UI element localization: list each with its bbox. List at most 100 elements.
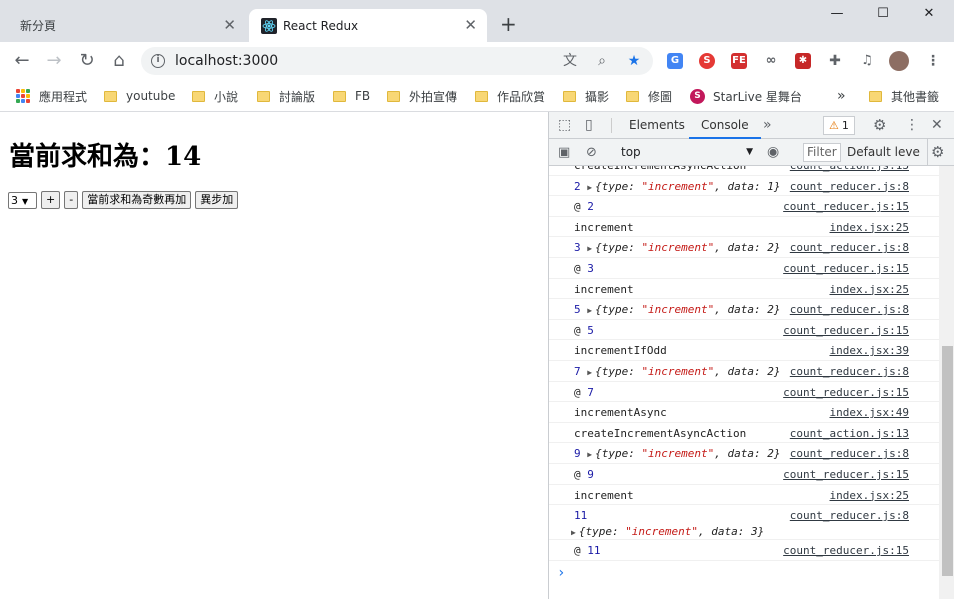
source-link[interactable]: count_reducer.js:15 [783, 544, 909, 557]
source-link[interactable]: index.jsx:25 [830, 283, 909, 296]
clear-console-icon[interactable]: ⊘ [586, 139, 597, 166]
source-link[interactable]: count_reducer.js:8 [790, 241, 909, 254]
filter-input[interactable]: Filter [803, 143, 841, 162]
source-link[interactable]: count_reducer.js:8 [790, 365, 909, 378]
log-number: 11 [574, 509, 588, 523]
fe-extension-icon[interactable]: FE [731, 53, 747, 69]
log-at-sign: @ [574, 544, 588, 558]
source-link[interactable]: count_reducer.js:8 [790, 509, 909, 522]
source-link[interactable]: count_reducer.js:15 [783, 324, 909, 337]
increment-button[interactable]: + [41, 191, 61, 209]
tab-react-redux[interactable]: React Redux ✕ [249, 9, 487, 42]
source-link[interactable]: count_reducer.js:15 [783, 386, 909, 399]
maximize-icon[interactable]: ☐ [860, 6, 906, 26]
expand-triangle-icon[interactable]: ▶ [587, 244, 592, 253]
close-tab-icon[interactable]: ✕ [223, 18, 236, 33]
bookmark-apps[interactable]: 應用程式 [16, 86, 87, 106]
sidebar-toggle-icon[interactable]: ▣ [558, 139, 570, 166]
tab-new-tab[interactable]: 新分頁 ✕ [8, 9, 246, 42]
bookmark-retouch[interactable]: 修圖 [626, 86, 672, 106]
chevron-down-icon: ▼ [22, 196, 29, 206]
reload-icon[interactable]: ↻ [76, 50, 98, 72]
avatar[interactable] [889, 51, 909, 71]
link-extension-icon[interactable]: ∞ [763, 53, 779, 69]
other-bookmarks[interactable]: 其他書籤 [869, 86, 939, 106]
settings-gear-icon[interactable]: ⚙ [873, 112, 886, 139]
forward-icon[interactable]: → [43, 50, 65, 72]
bookmark-works[interactable]: 作品欣賞 [475, 86, 545, 106]
console-settings-gear-icon[interactable]: ⚙ [931, 139, 944, 166]
expand-triangle-icon[interactable]: ▶ [587, 368, 592, 377]
bookmark-fb[interactable]: FB [333, 86, 370, 106]
address-bar[interactable]: i localhost:3000 文 ⌕ ★ [141, 47, 653, 75]
bookmark-forum[interactable]: 討論版 [257, 86, 315, 106]
console-scrollbar[interactable] [939, 166, 954, 599]
decrement-button[interactable]: - [64, 191, 79, 209]
source-link[interactable]: index.jsx:49 [830, 406, 909, 419]
source-link[interactable]: count_reducer.js:8 [790, 303, 909, 316]
bookmark-outdoor-shoot[interactable]: 外拍宣傳 [387, 86, 457, 106]
console-message: @ 11 [574, 544, 601, 557]
log-levels-select[interactable]: Default leve [847, 144, 920, 161]
info-icon[interactable]: i [151, 54, 165, 68]
log-number: 3 [574, 241, 581, 255]
scrollbar-thumb[interactable] [942, 346, 953, 576]
object-sep: , data: [714, 447, 768, 461]
source-link[interactable]: index.jsx:39 [830, 344, 909, 357]
s-extension-icon[interactable]: S [699, 53, 715, 69]
expand-triangle-icon[interactable]: ▶ [571, 528, 576, 537]
increment-async-button[interactable]: 異步加 [195, 191, 239, 209]
media-control-icon[interactable]: ♫ [859, 53, 875, 69]
source-link[interactable]: count_reducer.js:15 [783, 262, 909, 275]
device-toolbar-icon[interactable]: ▯ [585, 112, 593, 139]
folder-icon [104, 90, 117, 102]
console-prompt-icon[interactable]: › [557, 565, 565, 581]
expand-triangle-icon[interactable]: ▶ [587, 306, 592, 315]
console-message: 11 ▶ {type: "increment", data: 3} [571, 509, 764, 538]
warning-counter[interactable]: ⚠ 1 [823, 116, 855, 135]
new-tab-icon[interactable]: + [500, 14, 517, 34]
bookmark-starlive[interactable]: S StarLive 星舞台 [690, 86, 802, 106]
bookmark-photography[interactable]: 攝影 [563, 86, 609, 106]
source-link[interactable]: index.jsx:25 [830, 489, 909, 502]
translate-icon[interactable]: 文 [561, 52, 579, 70]
menu-kebab-icon[interactable]: ⋮ [925, 53, 941, 69]
bookmark-star-icon[interactable]: ★ [625, 52, 643, 70]
log-number: 9 [574, 447, 581, 461]
google-translate-extension-icon[interactable]: G [667, 53, 683, 69]
home-icon[interactable]: ⌂ [108, 50, 130, 72]
live-expression-eye-icon[interactable]: ◉ [767, 139, 779, 166]
devtools-menu-icon[interactable]: ⋮ [905, 112, 919, 139]
console-message: incrementIfOdd [574, 344, 667, 357]
extensions-puzzle-icon[interactable]: ✚ [827, 53, 843, 69]
increment-if-odd-button[interactable]: 當前求和為奇數再加 [82, 191, 192, 209]
source-link[interactable]: count_reducer.js:8 [790, 447, 909, 460]
source-link[interactable]: count_reducer.js:15 [783, 200, 909, 213]
expand-triangle-icon[interactable]: ▶ [587, 450, 592, 459]
expand-triangle-icon[interactable]: ▶ [587, 183, 592, 192]
back-icon[interactable]: ← [11, 50, 33, 72]
source-link[interactable]: count_action.js:13 [790, 427, 909, 440]
tab-console[interactable]: Console [689, 112, 761, 139]
source-link[interactable]: count_reducer.js:15 [783, 468, 909, 481]
close-devtools-icon[interactable]: ✕ [931, 112, 943, 139]
number-select[interactable]: 3 ▼ [8, 191, 37, 209]
source-link[interactable]: count_action.js:13 [790, 166, 909, 172]
inspect-element-icon[interactable]: ⬚ [558, 112, 571, 139]
source-link[interactable]: count_reducer.js:8 [790, 180, 909, 193]
minimize-icon[interactable]: — [814, 6, 860, 26]
close-window-icon[interactable]: ✕ [906, 6, 952, 26]
close-tab-icon[interactable]: ✕ [464, 18, 477, 33]
url-text[interactable]: localhost:3000 [175, 53, 278, 69]
bookmark-youtube[interactable]: youtube [104, 86, 175, 106]
red-extension-icon[interactable]: ✱ [795, 53, 811, 69]
bookmark-novel[interactable]: 小說 [192, 86, 238, 106]
tab-elements[interactable]: Elements [629, 112, 685, 139]
context-select[interactable]: top ▼ [613, 144, 753, 161]
source-link[interactable]: index.jsx:25 [830, 221, 909, 234]
bookmarks-overflow-icon[interactable]: » [837, 86, 846, 106]
action-data: 2 [767, 447, 774, 461]
console-row: increment index.jsx:25 [549, 217, 939, 238]
zoom-icon[interactable]: ⌕ [593, 52, 611, 70]
more-tabs-icon[interactable]: » [763, 112, 772, 139]
